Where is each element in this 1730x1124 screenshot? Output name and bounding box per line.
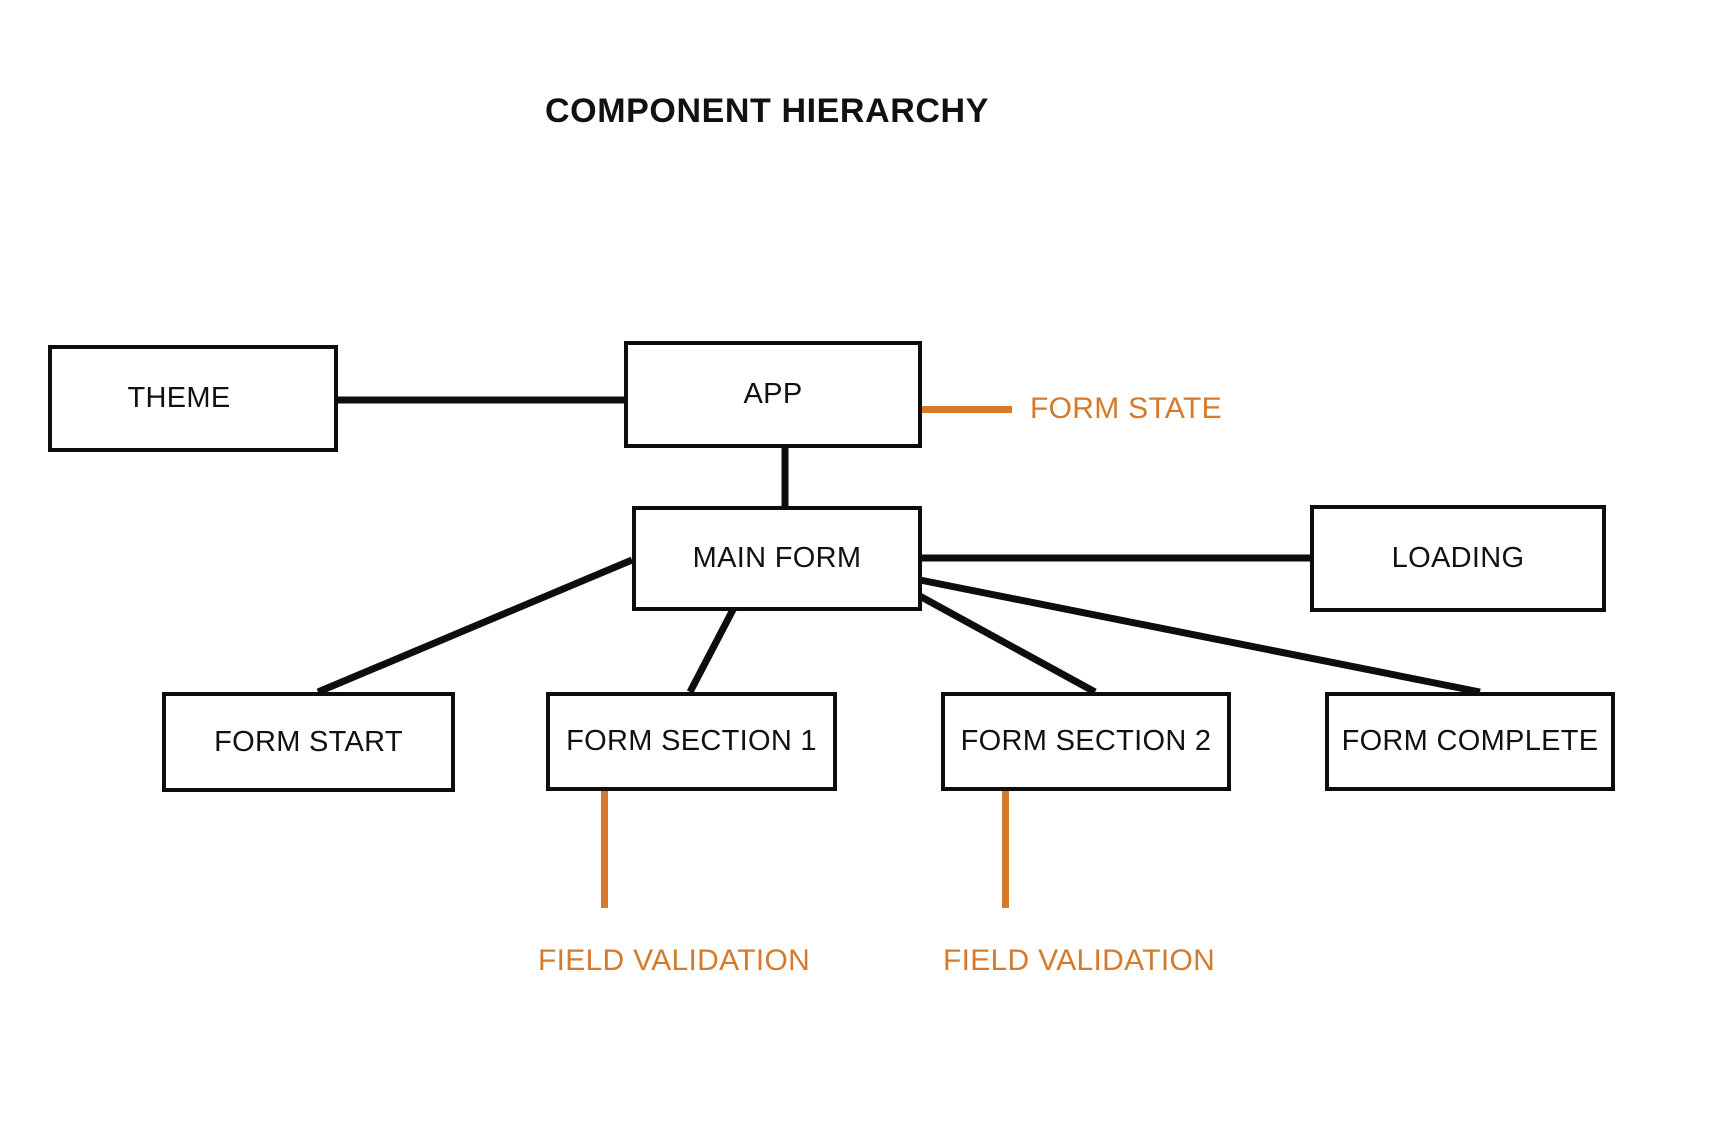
node-loading[interactable]: LOADING	[1310, 505, 1606, 612]
annotation-connector-field-validation-1	[601, 790, 608, 908]
node-form-start[interactable]: FORM START	[162, 692, 455, 792]
node-form-section-2[interactable]: FORM SECTION 2	[941, 692, 1231, 791]
node-app[interactable]: APP	[624, 341, 922, 448]
node-form-complete[interactable]: FORM COMPLETE	[1325, 692, 1615, 791]
diagram-canvas: COMPONENT HIERARCHY THEME APP MAIN FORM …	[0, 0, 1730, 1124]
node-theme-label: THEME	[127, 382, 231, 414]
node-form-complete-label: FORM COMPLETE	[1341, 725, 1599, 757]
annotation-form-state: FORM STATE	[1030, 392, 1222, 425]
node-form-start-label: FORM START	[214, 725, 403, 758]
node-form-section-2-label: FORM SECTION 2	[960, 725, 1212, 757]
edge-main-form-form-section-2	[903, 584, 1097, 696]
edge-main-form-form-start	[316, 556, 634, 696]
node-form-section-1-label: FORM SECTION 1	[566, 725, 817, 757]
node-main-form[interactable]: MAIN FORM	[632, 506, 922, 611]
node-theme[interactable]: THEME	[48, 345, 338, 452]
annotation-connector-form-state	[922, 406, 1012, 413]
node-main-form-label: MAIN FORM	[692, 542, 862, 574]
annotation-field-validation-1: FIELD VALIDATION	[538, 944, 811, 977]
annotation-connector-field-validation-2	[1002, 790, 1009, 908]
node-loading-label: LOADING	[1391, 542, 1525, 574]
node-form-section-1[interactable]: FORM SECTION 1	[546, 692, 837, 791]
annotation-field-validation-2: FIELD VALIDATION	[943, 944, 1216, 977]
node-app-label: APP	[743, 378, 803, 410]
edge-main-form-form-section-1	[686, 600, 741, 694]
page-title: COMPONENT HIERARCHY	[545, 92, 989, 130]
